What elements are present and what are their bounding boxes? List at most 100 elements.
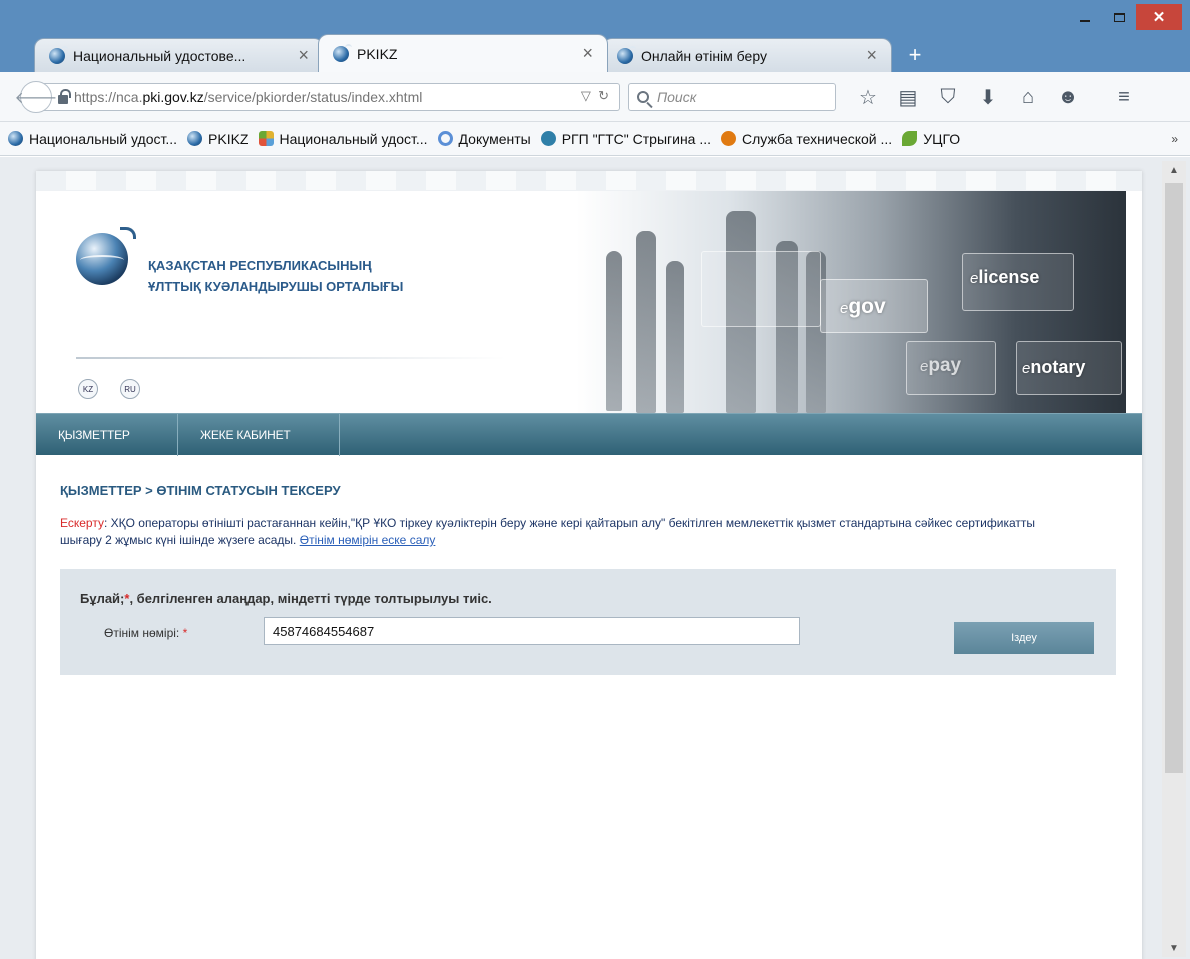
bookmark-item[interactable]: УЦГО (902, 131, 960, 147)
close-tab-icon[interactable]: × (582, 43, 593, 64)
close-tab-icon[interactable]: × (298, 45, 309, 66)
more-bookmarks-chevron-icon[interactable]: » (1171, 132, 1178, 146)
org-name-line2: ҰЛТТЫҚ КУӘЛАНДЫРУШЫ ОРТАЛЫҒЫ (148, 279, 404, 294)
banner-enotary-label: enotary (1022, 357, 1085, 378)
minimize-button[interactable] (1068, 4, 1102, 30)
bookmark-label: Национальный удост... (279, 130, 428, 147)
close-window-button[interactable]: ✕ (1136, 4, 1182, 30)
note-suffix: , белгіленген алаңдар, міндетті түрде то… (129, 591, 492, 606)
banner-person (606, 251, 622, 411)
banner-epay-label: epay (920, 355, 961, 377)
vertical-scrollbar[interactable]: ▲ ▼ (1162, 161, 1186, 957)
navigation-toolbar: https://nca.pki.gov.kz/service/pkiorder/… (0, 72, 1190, 122)
decorative-header-strip (36, 171, 1142, 191)
banner-egov-label: egov (840, 295, 886, 319)
lock-icon (58, 88, 71, 104)
bookmark-item[interactable]: Национальный удост... (8, 131, 177, 147)
language-kz-button[interactable]: KZ (78, 379, 98, 399)
maximize-button[interactable] (1102, 4, 1136, 30)
bookmark-item[interactable]: Служба технической ... (721, 131, 892, 147)
close-tab-icon[interactable]: × (866, 45, 877, 66)
back-button[interactable]: 🡐 (15, 81, 57, 113)
search-bar[interactable]: Поиск (628, 83, 836, 111)
search-icon (637, 91, 649, 103)
minimize-icon (1080, 20, 1090, 22)
url-tools: ▽ ↻ (581, 88, 609, 104)
url-scheme: https://nca. (74, 89, 143, 105)
scroll-down-arrow-icon[interactable]: ▼ (1162, 939, 1186, 957)
scroll-up-arrow-icon[interactable]: ▲ (1162, 161, 1186, 179)
globe-favicon-icon (49, 45, 68, 64)
joomla-favicon-icon (258, 131, 274, 146)
reload-icon[interactable]: ↻ (598, 88, 609, 103)
leaf-favicon-icon (902, 131, 918, 146)
page-viewport: ▲ ▼ ҚАЗАҚСТАН РЕСПУБЛИКАСЫНЫҢ ҰЛТТЫҚ КУӘ… (0, 157, 1190, 959)
required-asterisk: * (182, 626, 188, 640)
site-page: ҚАЗАҚСТАН РЕСПУБЛИКАСЫНЫҢ ҰЛТТЫҚ КУӘЛАНД… (36, 171, 1142, 959)
search-placeholder: Поиск (657, 89, 697, 105)
reading-list-icon[interactable]: ▤ (888, 84, 928, 110)
url-bar[interactable]: https://nca.pki.gov.kz/service/pkiorder/… (44, 83, 620, 111)
note-prefix: Бұлай; (80, 591, 125, 606)
remind-application-number-link[interactable]: Өтінім нөмірін еске салу (300, 533, 436, 547)
globe-favicon-icon (617, 45, 636, 64)
nav-personal-cabinet[interactable]: ЖЕКЕ КАБИНЕТ (178, 414, 340, 456)
url-host: pki.gov.kz (142, 89, 204, 105)
notice-warning-label: Ескерту (60, 516, 104, 530)
tab-label: Онлайн өтінім беру (641, 47, 767, 64)
bookmark-label: Национальный удост... (29, 130, 178, 147)
dropdown-arrow-icon[interactable]: ▽ (581, 88, 591, 103)
tab-online-application[interactable]: Онлайн өтінім беру × (602, 38, 892, 72)
banner-elicense-label: elicense (970, 267, 1039, 288)
documents-ring-icon (437, 131, 453, 146)
pocket-icon[interactable]: ⛉ (928, 84, 968, 110)
window-titlebar: Национальный удостове... × PKIKZ × Онлай… (0, 0, 1190, 72)
bookmark-label: Служба технической ... (742, 130, 893, 147)
nav-services[interactable]: ҚЫЗМЕТТЕР (36, 414, 178, 456)
bookmark-label: PKIKZ (208, 130, 249, 147)
maximize-icon (1113, 12, 1125, 22)
language-ru-button[interactable]: RU (120, 379, 140, 399)
header-divider (76, 357, 506, 359)
bookmark-item[interactable]: PKIKZ (187, 130, 249, 147)
logo-signal-icon (120, 227, 136, 239)
banner-gov-text: gov (848, 295, 886, 318)
bookmarks-toolbar: Национальный удост... PKIKZ Национальный… (0, 122, 1190, 156)
globe-favicon-icon (333, 43, 352, 62)
site-logo-globe-icon (76, 233, 128, 285)
main-navigation: ҚЫЗМЕТТЕР ЖЕКЕ КАБИНЕТ (36, 413, 1142, 456)
header-banner-image: egov elicense epay enotary (576, 191, 1126, 413)
banner-tile (701, 251, 821, 327)
application-number-input[interactable] (264, 617, 800, 645)
org-name-line1: ҚАЗАҚСТАН РЕСПУБЛИКАСЫНЫҢ (148, 258, 372, 273)
banner-notary-text: notary (1030, 357, 1086, 377)
download-icon[interactable]: ⬇ (968, 84, 1008, 110)
banner-person (666, 261, 684, 413)
toolbar-icons: ☆ ▤ ⛉ ⬇ ⌂ ☻ ≡ (848, 84, 1144, 110)
breadcrumb: ҚЫЗМЕТТЕР > ӨТІНІМ СТАТУСЫН ТЕКСЕРУ (60, 483, 341, 498)
bookmark-item[interactable]: Национальный удост... (258, 130, 428, 147)
tab-pkikz[interactable]: PKIKZ × (318, 34, 608, 72)
bookmark-star-icon[interactable]: ☆ (848, 84, 888, 110)
menu-hamburger-icon[interactable]: ≡ (1104, 84, 1144, 110)
tab-strip: Национальный удостове... × PKIKZ × Онлай… (34, 34, 932, 72)
scrollbar-thumb[interactable] (1165, 183, 1183, 773)
tab-label: PKIKZ (357, 45, 398, 62)
new-tab-plus-icon[interactable]: + (898, 38, 932, 72)
banner-pay-text: pay (928, 355, 962, 376)
bookmark-label: РГП "ГТС" Стрыгина ... (561, 130, 712, 147)
shield-favicon-icon (540, 131, 556, 146)
bookmark-label: УЦГО (923, 130, 961, 147)
organization-name: ҚАЗАҚСТАН РЕСПУБЛИКАСЫНЫҢ ҰЛТТЫҚ КУӘЛАНД… (148, 255, 403, 297)
chat-icon[interactable]: ☻ (1048, 84, 1088, 110)
search-button[interactable]: Іздеу (954, 622, 1094, 654)
back-arrow-icon: 🡐 (14, 89, 58, 107)
bookmark-item[interactable]: РГП "ГТС" Стрыгина ... (540, 130, 712, 147)
bookmark-item[interactable]: Документы (437, 130, 531, 147)
tab-label: Национальный удостове... (73, 47, 246, 64)
status-check-form: Бұлай; * , белгіленген алаңдар, міндетті т… (60, 569, 1116, 675)
home-icon[interactable]: ⌂ (1008, 84, 1048, 110)
bookmark-label: Документы (458, 130, 531, 147)
field-label-text: Өтінім нөмірі: (104, 626, 183, 640)
tab-national-certification[interactable]: Национальный удостове... × (34, 38, 324, 72)
